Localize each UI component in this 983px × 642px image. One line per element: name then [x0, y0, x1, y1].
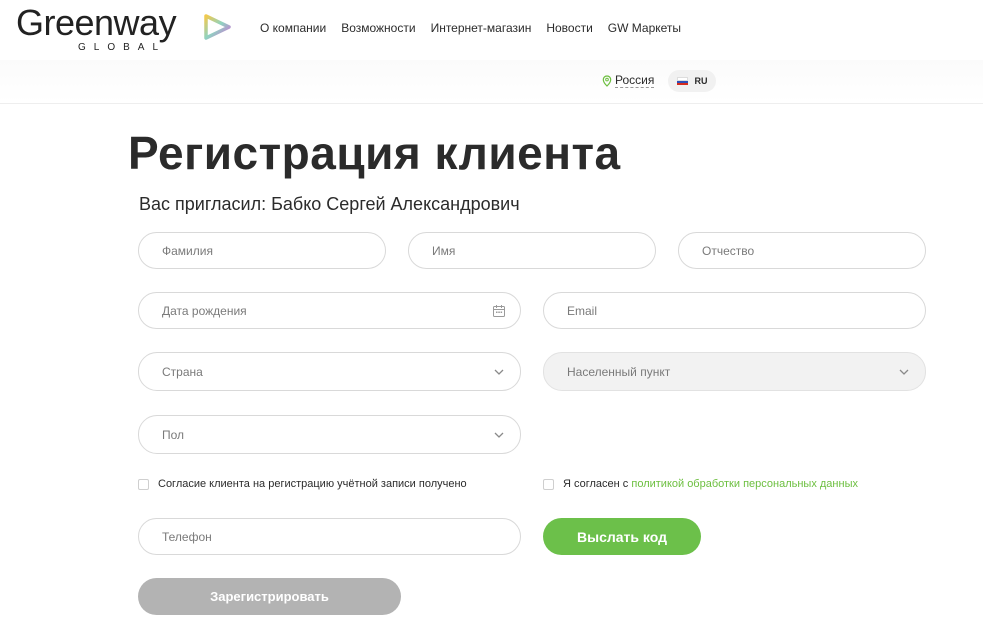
logo-subtitle: GLOBAL [78, 42, 167, 53]
lastname-field[interactable] [138, 232, 386, 269]
location-pin-icon [602, 74, 612, 87]
language-selector[interactable]: RU [668, 70, 716, 92]
country-select[interactable]: Страна [138, 352, 521, 391]
lastname-input[interactable] [162, 233, 385, 268]
nav-item-about[interactable]: О компании [260, 20, 326, 36]
privacy-label: Я согласен с политикой обработки персона… [563, 477, 858, 491]
page-title: Регистрация клиента [128, 127, 621, 179]
birthdate-field[interactable] [138, 292, 521, 329]
gender-placeholder: Пол [162, 427, 185, 442]
calendar-icon[interactable] [492, 304, 506, 318]
consent-checkbox-row: Согласие клиента на регистрацию учётной … [138, 477, 467, 491]
privacy-checkbox[interactable] [543, 478, 554, 490]
consent-checkbox[interactable] [138, 478, 149, 490]
russia-flag-icon [676, 77, 688, 85]
register-button[interactable]: Зарегистрировать [138, 578, 401, 615]
nav-item-gw-markets[interactable]: GW Маркеты [608, 20, 681, 36]
phone-input[interactable] [162, 519, 520, 554]
firstname-input[interactable] [432, 233, 655, 268]
region-selector[interactable]: Россия [602, 73, 655, 88]
consent-label: Согласие клиента на регистрацию учётной … [158, 478, 467, 490]
firstname-field[interactable] [408, 232, 656, 269]
chevron-down-icon [899, 369, 909, 375]
logo-wordmark: Greenway [16, 2, 177, 43]
play-triangle-icon [204, 14, 231, 40]
email-input[interactable] [567, 293, 925, 328]
privacy-label-prefix: Я согласен с [563, 478, 629, 490]
chevron-down-icon [494, 432, 504, 438]
privacy-policy-link[interactable]: политикой обработки персональных данных [631, 478, 858, 490]
nav-item-news[interactable]: Новости [546, 20, 592, 36]
city-placeholder: Населенный пункт [567, 364, 671, 379]
privacy-checkbox-row: Я согласен с политикой обработки персона… [543, 477, 858, 491]
birthdate-input[interactable] [162, 293, 520, 328]
city-select: Населенный пункт [543, 352, 926, 391]
sub-header-bar: Россия RU [0, 60, 983, 104]
greenway-logo[interactable]: Greenway GLOBAL [16, 4, 236, 56]
language-label: RU [694, 76, 708, 86]
site-header: Greenway GLOBAL О компании Возможности И… [0, 0, 983, 60]
region-label: Россия [615, 73, 655, 88]
middlename-field[interactable] [678, 232, 926, 269]
middlename-input[interactable] [702, 233, 925, 268]
country-placeholder: Страна [162, 364, 203, 379]
email-field[interactable] [543, 292, 926, 329]
gender-select[interactable]: Пол [138, 415, 521, 454]
nav-item-shop[interactable]: Интернет-магазин [431, 20, 532, 36]
invited-by-text: Вас пригласил: Бабко Сергей Александрови… [139, 194, 520, 214]
main-nav: О компании Возможности Интернет-магазин … [260, 20, 681, 36]
phone-field[interactable] [138, 518, 521, 555]
send-code-button[interactable]: Выслать код [543, 518, 701, 555]
nav-item-opportunities[interactable]: Возможности [341, 20, 415, 36]
chevron-down-icon [494, 369, 504, 375]
